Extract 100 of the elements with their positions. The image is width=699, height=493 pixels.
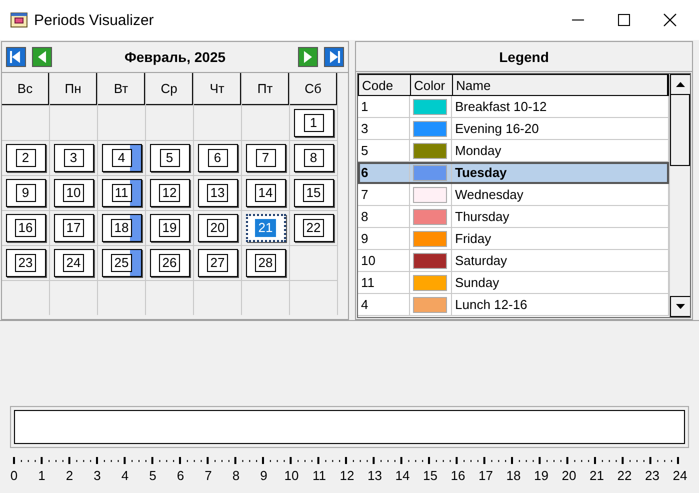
weekday-header: Вт xyxy=(98,73,145,105)
weekday-header: Вс xyxy=(2,73,49,105)
day-number: 22 xyxy=(303,219,324,237)
day-button[interactable]: 7 xyxy=(246,144,286,172)
name-text: Evening 16-20 xyxy=(455,121,539,136)
day-button[interactable]: 17 xyxy=(54,214,94,242)
day-button[interactable]: 16 xyxy=(6,214,46,242)
day-button[interactable]: 26 xyxy=(150,249,190,277)
legend-row[interactable]: 8 Thursday xyxy=(358,206,669,228)
day-button[interactable]: 3 xyxy=(54,144,94,172)
day-button[interactable]: 8 xyxy=(294,144,334,172)
hour-label: 6 xyxy=(176,468,186,483)
day-number: 21 xyxy=(255,219,276,237)
legend-row[interactable]: 10 Saturday xyxy=(358,250,669,272)
hour-label: 11 xyxy=(312,468,327,483)
hour-label: 21 xyxy=(588,468,605,483)
hour-label: 7 xyxy=(204,468,213,483)
name-text: Saturday xyxy=(455,253,508,268)
legend-row[interactable]: 6 Tuesday xyxy=(358,162,669,184)
hour-label: 14 xyxy=(394,468,410,483)
last-page-icon[interactable] xyxy=(324,47,344,67)
day-button[interactable]: 20 xyxy=(198,214,238,242)
day-button[interactable]: 24 xyxy=(54,249,94,277)
day-button[interactable]: 23 xyxy=(6,249,46,277)
column-header: Code xyxy=(359,75,411,95)
day-button[interactable]: 22 xyxy=(294,214,334,242)
day-number: 11 xyxy=(112,184,132,202)
scrollbar[interactable] xyxy=(669,74,690,317)
name-text: Sunday xyxy=(455,275,500,290)
scroll-thumb[interactable] xyxy=(670,95,690,166)
weekday-header: Пн xyxy=(50,73,97,105)
code-text: 9 xyxy=(361,231,368,246)
day-button[interactable]: 14 xyxy=(246,179,286,207)
name-text: Wednesday xyxy=(455,187,524,202)
day-number: 5 xyxy=(160,149,180,167)
first-page-icon[interactable] xyxy=(6,47,26,67)
scroll-down-icon[interactable] xyxy=(670,296,690,317)
hour-label: 18 xyxy=(506,468,522,483)
day-number: 27 xyxy=(207,254,228,272)
day-button[interactable]: 27 xyxy=(198,249,238,277)
day-button[interactable]: 6 xyxy=(198,144,238,172)
day-button[interactable]: 5 xyxy=(150,144,190,172)
day-button[interactable]: 2 xyxy=(6,144,46,172)
window-title: Periods Visualizer xyxy=(34,12,154,28)
day-number: 3 xyxy=(64,149,84,167)
column-header: Color xyxy=(411,75,453,95)
name-text: Monday xyxy=(455,143,502,158)
previous-icon[interactable] xyxy=(32,47,52,67)
day-button[interactable]: 9 xyxy=(6,179,46,207)
hour-label: 4 xyxy=(120,468,130,483)
day-button[interactable]: 15 xyxy=(294,179,334,207)
code-text: 10 xyxy=(361,253,376,268)
day-button[interactable]: 25 xyxy=(102,249,142,277)
legend-row[interactable]: 3 Evening 16-20 xyxy=(358,118,669,140)
day-number: 28 xyxy=(255,254,276,272)
code-text: 4 xyxy=(361,297,368,312)
hour-label: 2 xyxy=(64,468,74,483)
hour-label: 22 xyxy=(616,468,632,483)
hour-label: 19 xyxy=(533,468,550,483)
legend-row[interactable]: 9 Friday xyxy=(358,228,669,250)
day-number: 17 xyxy=(63,219,84,237)
hour-label: 12 xyxy=(339,468,355,483)
day-number: 13 xyxy=(207,184,228,202)
day-button[interactable]: 19 xyxy=(150,214,190,242)
legend-row[interactable]: 7 Wednesday xyxy=(358,184,669,206)
day-button[interactable]: 1 xyxy=(294,109,334,137)
code-text: 6 xyxy=(361,165,368,180)
code-text: 3 xyxy=(361,121,368,136)
hour-label: 9 xyxy=(259,468,268,483)
day-number: 26 xyxy=(159,254,180,272)
weekday-header: Пт xyxy=(242,73,289,105)
day-button[interactable]: 12 xyxy=(150,179,190,207)
hour-label: 8 xyxy=(231,468,241,483)
hour-label: 13 xyxy=(366,468,383,483)
day-number: 15 xyxy=(303,184,324,202)
hour-label: 3 xyxy=(92,468,102,483)
day-button[interactable]: 4 xyxy=(102,144,142,172)
next-icon[interactable] xyxy=(298,47,318,67)
legend-row[interactable]: 4 Lunch 12-16 xyxy=(358,294,669,316)
app-icon xyxy=(10,12,28,28)
day-button[interactable]: 10 xyxy=(54,179,94,207)
day-number: 23 xyxy=(15,254,36,272)
code-text: 11 xyxy=(361,275,374,290)
day-button[interactable]: 18 xyxy=(102,214,142,242)
code-text: 7 xyxy=(361,187,368,202)
hour-label: 17 xyxy=(478,468,494,483)
legend-row[interactable]: 11 Sunday xyxy=(358,272,669,294)
hour-label: 10 xyxy=(284,468,300,483)
day-number: 14 xyxy=(255,184,276,202)
day-button[interactable]: 21 xyxy=(246,214,286,242)
legend-row[interactable]: 1 Breakfast 10-12 xyxy=(358,96,669,118)
day-button[interactable]: 13 xyxy=(198,179,238,207)
day-number: 25 xyxy=(111,254,132,272)
day-button[interactable]: 11 xyxy=(102,179,142,207)
day-number: 8 xyxy=(304,149,324,167)
day-number: 10 xyxy=(63,184,84,202)
day-button[interactable]: 28 xyxy=(246,249,286,277)
day-number: 1 xyxy=(304,114,324,132)
calendar-cell xyxy=(290,281,337,315)
hour-label: 1 xyxy=(37,468,46,483)
